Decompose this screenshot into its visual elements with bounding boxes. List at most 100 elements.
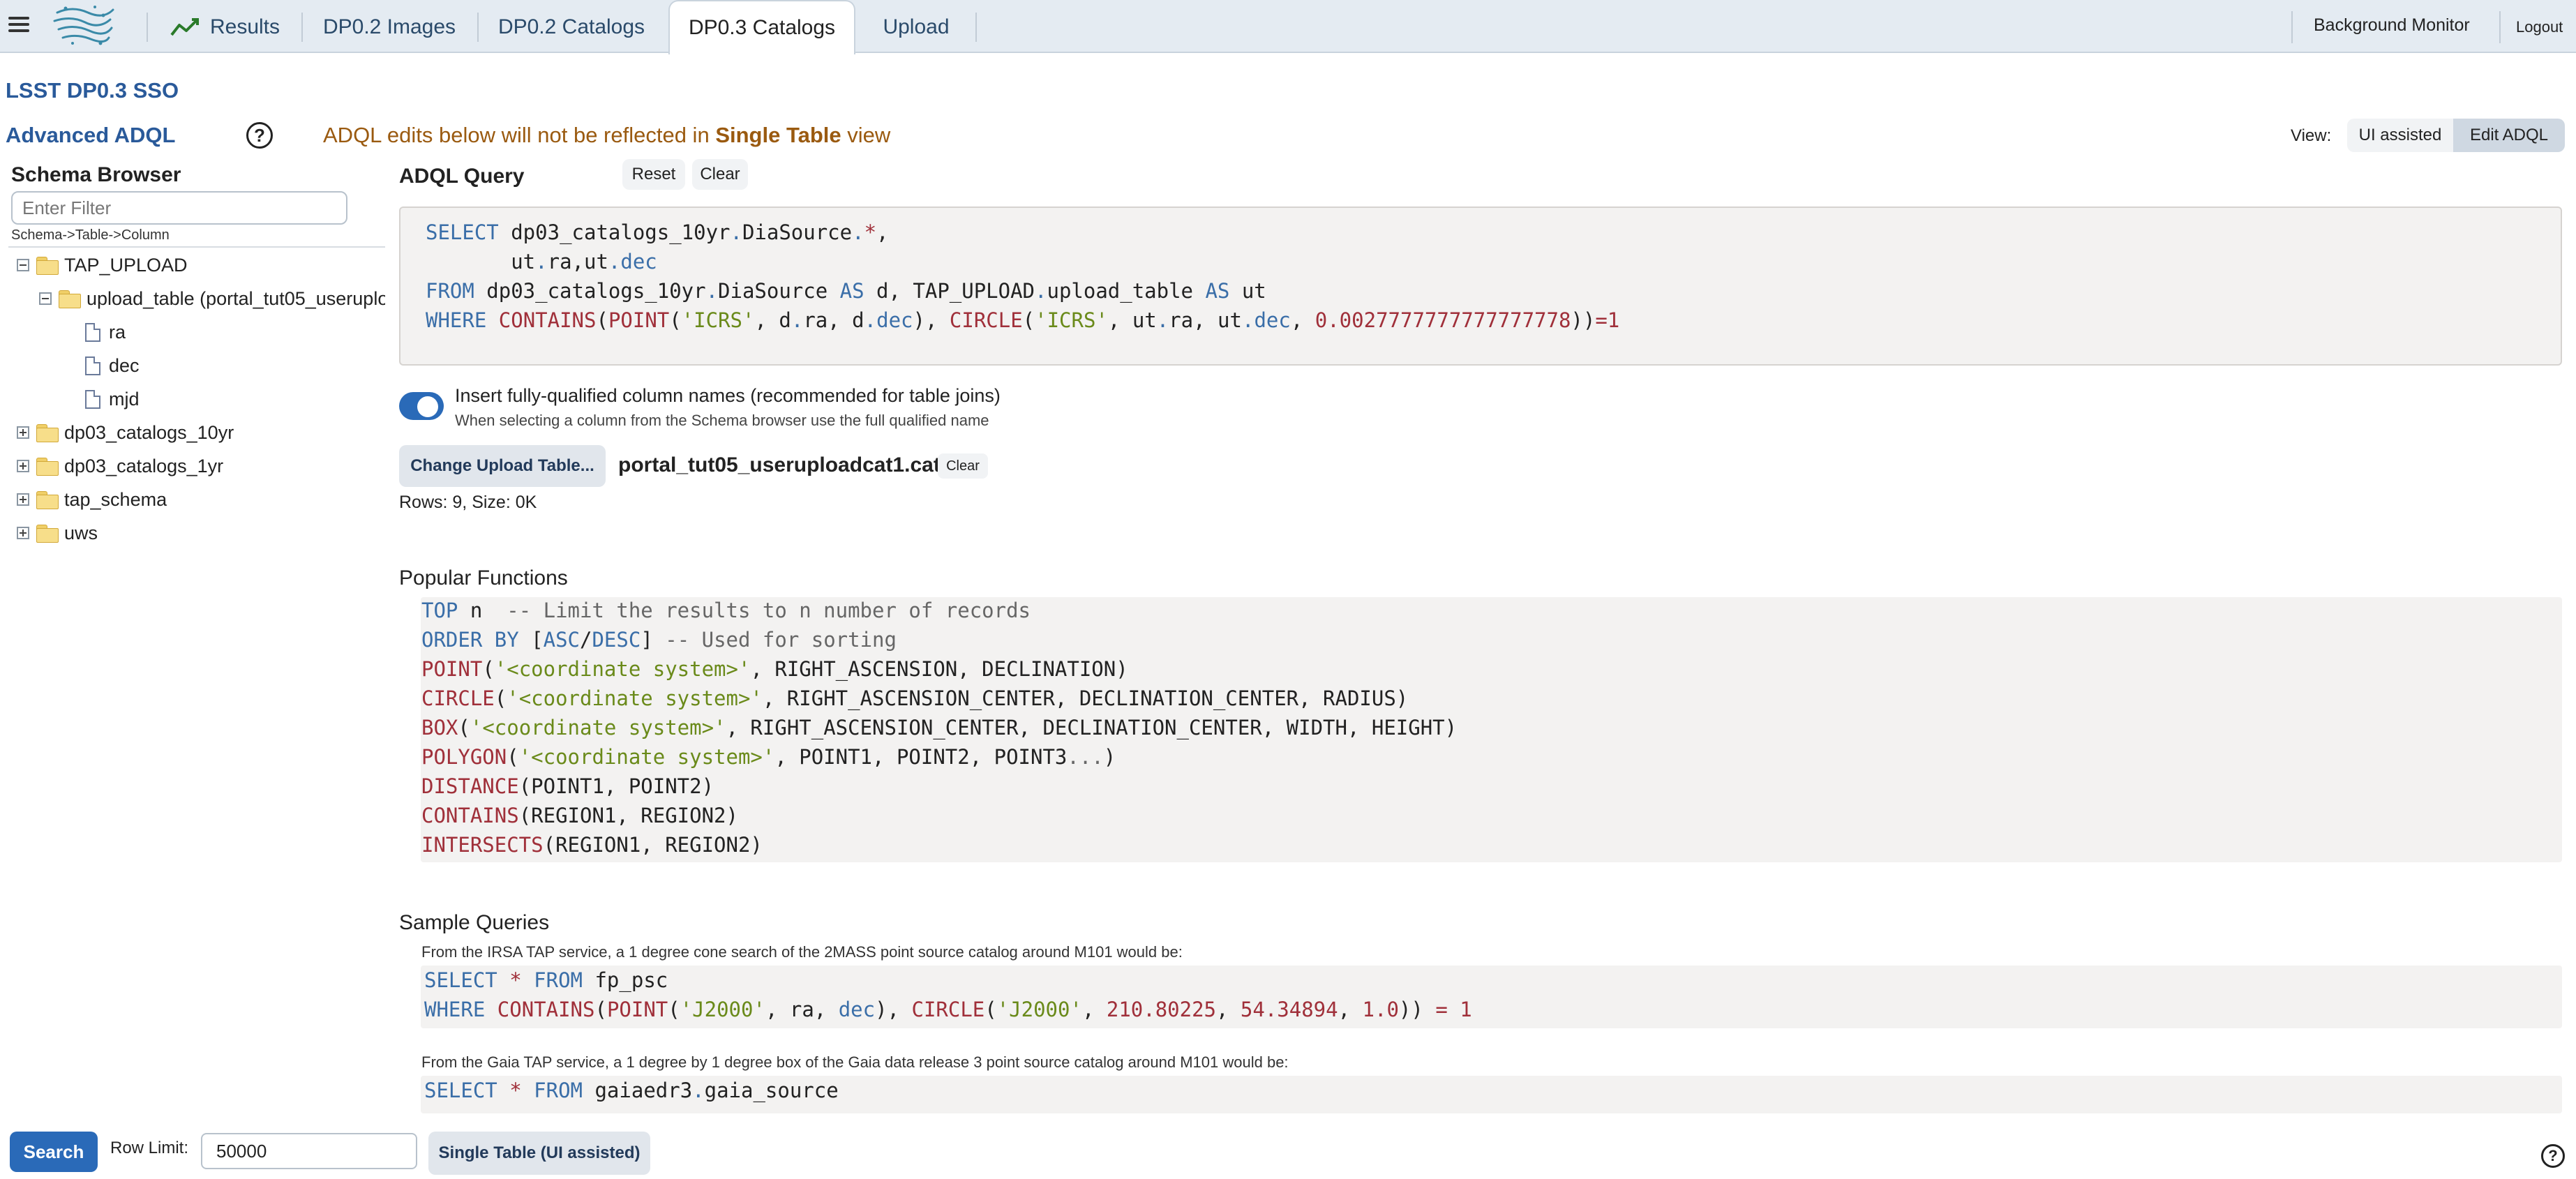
popular-functions-title: Popular Functions [399,566,568,590]
warning-message: ADQL edits below will not be reflected i… [323,123,890,148]
tree-node-dp03-1yr[interactable]: dp03_catalogs_1yr [17,452,223,480]
view-edit-adql-button[interactable]: Edit ADQL [2453,119,2565,152]
question-circle-icon[interactable]: ? [246,122,273,149]
tab-dp02-catalogs[interactable]: DP0.2 Catalogs [480,0,663,54]
folder-icon [36,458,59,476]
schema-tree: TAP_UPLOAD upload_table (portal_tut05_us… [0,248,385,555]
row-limit-label: Row Limit: [110,1139,189,1157]
popular-function-line[interactable]: ORDER BY [ASC/DESC] -- Used for sorting [421,628,897,652]
change-upload-table-button[interactable]: Change Upload Table... [399,445,606,487]
tree-node-dp03-10yr[interactable]: dp03_catalogs_10yr [17,419,234,446]
hamburger-menu-icon[interactable] [7,13,32,38]
view-ui-assisted-button[interactable]: UI assisted [2347,119,2453,152]
reset-button[interactable]: Reset [622,159,685,190]
query-line-1: SELECT dp03_catalogs_10yr.DiaSource.*, [426,220,889,244]
tree-node-label: mjd [109,388,140,410]
tree-node-label: upload_table (portal_tut05_useruploadcat… [87,287,385,309]
expand-icon[interactable] [17,527,29,539]
query-line-4: WHERE CONTAINS(POINT('ICRS', d.ra, d.dec… [426,308,1620,332]
popular-function-line[interactable]: INTERSECTS(REGION1, REGION2) [421,833,763,857]
folder-icon [36,257,59,275]
tab-separator [975,13,977,42]
clear-upload-button[interactable]: Clear [938,453,988,479]
popular-function-line[interactable]: POINT('<coordinate system>', RIGHT_ASCEN… [421,657,1128,681]
toggle-knob [417,396,438,417]
single-table-ui-assisted-button[interactable]: Single Table (UI assisted) [428,1132,650,1175]
top-navigation-bar: Results DP0.2 Images DP0.2 Catalogs DP0.… [0,0,2576,54]
popular-function-line[interactable]: CIRCLE('<coordinate system>', RIGHT_ASCE… [421,686,1408,710]
tab-results[interactable]: Results [151,0,299,54]
page-subtitle: LSST DP0.3 SSO [6,78,179,103]
tab-label: Upload [883,15,950,38]
tab-dp03-catalogs[interactable]: DP0.3 Catalogs [668,0,855,54]
tab-separator [301,13,303,42]
sample-query-line[interactable]: SELECT * FROM fp_psc [424,968,668,992]
collapse-icon[interactable] [39,292,52,305]
popular-function-line[interactable]: CONTAINS(REGION1, REGION2) [421,804,738,827]
divider [8,246,385,248]
search-button[interactable]: Search [10,1132,98,1172]
tab-label: DP0.3 Catalogs [688,16,836,39]
tree-node-label: uws [64,522,98,543]
schema-filter-input[interactable] [11,191,347,225]
expand-icon[interactable] [17,493,29,506]
toggle-label: Insert fully-qualified column names (rec… [455,385,1001,406]
sample-queries-title: Sample Queries [399,911,550,934]
folder-icon [36,424,59,442]
popular-function-line[interactable]: DISTANCE(POINT1, POINT2) [421,774,714,798]
popular-function-line[interactable]: TOP n -- Limit the results to n number o… [421,599,1031,622]
tab-label: DP0.2 Catalogs [497,15,645,38]
sample-description-1: From the IRSA TAP service, a 1 degree co… [421,943,1183,961]
schema-browser-title: Schema Browser [11,163,181,186]
tree-node-column-mjd[interactable]: mjd [85,385,140,413]
toolbar-separator [2499,11,2501,43]
tab-separator [477,13,479,42]
upload-file-name: portal_tut05_useruploadcat1.cat [618,453,941,476]
tab-label: DP0.2 Images [322,15,456,38]
background-monitor-button[interactable]: Background Monitor [2314,15,2470,36]
logout-button[interactable]: Logout [2516,18,2563,36]
popular-function-line[interactable]: BOX('<coordinate system>', RIGHT_ASCENSI… [421,716,1457,739]
folder-icon [36,525,59,543]
advanced-adql-title: Advanced ADQL [6,123,176,147]
sample-query-line[interactable]: WHERE CONTAINS(POINT('J2000', ra, dec), … [424,998,1472,1021]
folder-icon [59,290,81,308]
tree-node-upload-table[interactable]: upload_table (portal_tut05_useruploadcat… [39,285,385,313]
file-icon [85,322,100,342]
app-logo-icon[interactable] [52,3,116,47]
adql-query-editor[interactable]: SELECT dp03_catalogs_10yr.DiaSource.*, u… [399,206,2562,366]
query-line-2: ut.ra,ut.dec [426,250,657,273]
collapse-icon[interactable] [17,259,29,271]
schema-path-hint: Schema->Table->Column [11,227,170,243]
tab-upload[interactable]: Upload [858,0,974,54]
sample-query-line[interactable]: SELECT * FROM gaiaedr3.gaia_source [424,1079,839,1102]
row-limit-input[interactable] [201,1133,417,1169]
tree-node-tap-schema[interactable]: tap_schema [17,486,167,513]
tab-dp02-images[interactable]: DP0.2 Images [304,0,474,54]
popular-function-line[interactable]: POLYGON('<coordinate system>', POINT1, P… [421,745,1116,769]
expand-icon[interactable] [17,460,29,472]
query-line-3: FROM dp03_catalogs_10yr.DiaSource AS d, … [426,279,1266,303]
tree-node-label: dp03_catalogs_1yr [64,455,224,476]
tree-node-label: tap_schema [64,488,167,510]
tree-node-label: dec [109,354,140,376]
expand-icon[interactable] [17,426,29,439]
tree-node-uws[interactable]: uws [17,519,98,547]
tree-node-label: ra [109,321,126,343]
upload-rows-info: Rows: 9, Size: 0K [399,493,537,512]
file-icon [85,389,100,409]
toolbar-separator [2291,11,2293,43]
file-icon [85,356,100,375]
tree-node-tap-upload[interactable]: TAP_UPLOAD [17,251,188,279]
tree-node-column-dec[interactable]: dec [85,352,140,380]
tree-node-label: TAP_UPLOAD [64,254,188,276]
tree-node-label: dp03_catalogs_10yr [64,421,234,443]
adql-query-title: ADQL Query [399,165,525,188]
toggle-help-text: When selecting a column from the Schema … [455,412,989,429]
question-circle-icon[interactable]: ? [2541,1144,2565,1168]
tree-node-column-ra[interactable]: ra [85,318,126,346]
clear-query-button[interactable]: Clear [692,159,748,190]
warning-suffix: view [841,123,891,147]
folder-icon [36,491,59,509]
tab-label: Results [209,15,280,38]
